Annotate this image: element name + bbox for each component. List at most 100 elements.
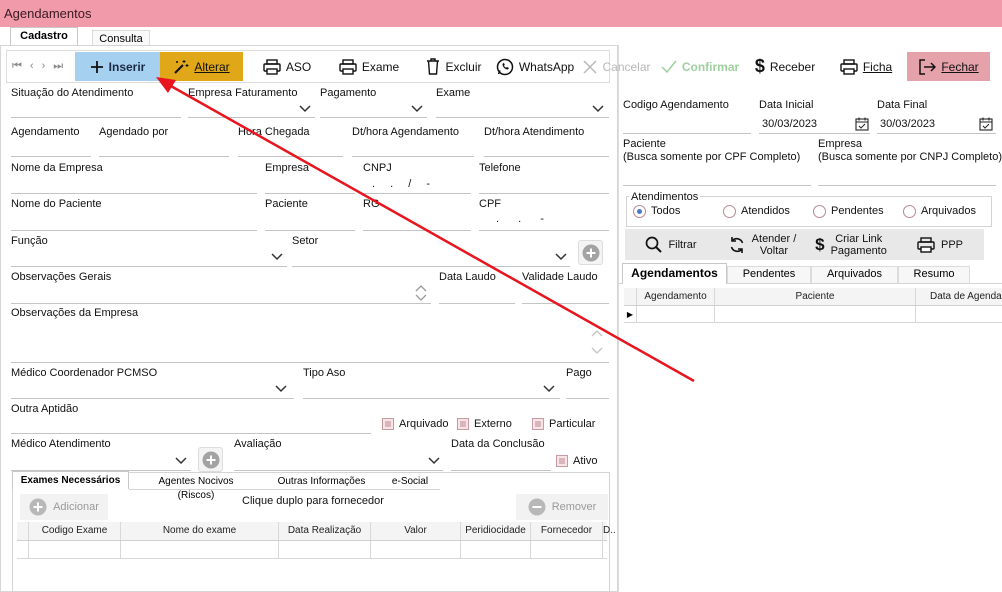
- particular-label: Particular: [549, 418, 596, 430]
- chevron-down-icon[interactable]: [542, 384, 556, 394]
- arquivado-label: Arquivado: [399, 418, 449, 430]
- tab-pendentes[interactable]: Pendentes: [727, 266, 811, 283]
- data-inicial-label: Data Inicial: [759, 99, 814, 111]
- radio-pendentes[interactable]: [813, 205, 826, 218]
- col-d[interactable]: D..: [603, 522, 616, 540]
- last-record-icon[interactable]: ⏭: [53, 60, 63, 73]
- particular-checkbox[interactable]: [532, 418, 544, 430]
- pago-label: Pago: [566, 367, 592, 379]
- scroll-arrows-icon[interactable]: [590, 324, 604, 358]
- data-final-label: Data Final: [877, 99, 928, 111]
- tab-consulta[interactable]: Consulta: [92, 30, 150, 46]
- cnpj-field[interactable]: . . / -: [372, 178, 436, 190]
- funcao-label: Função: [11, 235, 48, 247]
- obs-empresa-label: Observações da Empresa: [11, 307, 139, 319]
- plus-circle-icon: [29, 498, 47, 516]
- exames-grid-row[interactable]: [17, 541, 607, 559]
- title-bar: Agendamentos: [0, 0, 1002, 27]
- radio-todos-label: Todos: [651, 205, 681, 217]
- chevron-down-icon[interactable]: [270, 252, 284, 262]
- col-data-realizacao[interactable]: Data Realização: [279, 522, 371, 540]
- exame-button[interactable]: Exame: [338, 52, 400, 81]
- tab-arquivados[interactable]: Arquivados: [811, 266, 898, 283]
- rg-label: RG: [363, 198, 380, 210]
- window-title: Agendamentos: [4, 6, 92, 21]
- criar-link-button[interactable]: $ Criar Link Pagamento: [808, 231, 894, 258]
- arquivado-checkbox[interactable]: [382, 418, 394, 430]
- tab-cadastro[interactable]: Cadastro: [10, 27, 78, 45]
- radio-todos[interactable]: [633, 205, 646, 218]
- ficha-button[interactable]: Ficha: [838, 52, 894, 81]
- externo-checkbox[interactable]: [457, 418, 469, 430]
- col-peridiocidade[interactable]: Peridiocidade: [461, 522, 531, 540]
- col-paciente[interactable]: Paciente: [715, 288, 916, 305]
- col-fornecedor[interactable]: Fornecedor: [531, 522, 603, 540]
- calendar-icon[interactable]: [855, 117, 869, 131]
- alterar-button[interactable]: Alterar: [160, 52, 243, 81]
- data-final-field[interactable]: 30/03/2023: [880, 118, 935, 130]
- col-valor[interactable]: Valor: [371, 522, 461, 540]
- empresa-label: Empresa: [265, 162, 310, 174]
- receber-button[interactable]: $ Receber: [752, 52, 818, 81]
- empresa-filter-label: Empresa: [818, 138, 863, 150]
- printer-icon: [840, 58, 858, 75]
- paciente-label: Paciente: [265, 198, 308, 210]
- next-record-icon[interactable]: ›: [42, 60, 46, 73]
- chevron-down-icon[interactable]: [274, 384, 288, 394]
- check-icon: [661, 60, 677, 73]
- ativo-checkbox[interactable]: [556, 455, 568, 467]
- col-codigo-exame[interactable]: Codigo Exame: [29, 522, 121, 540]
- chevron-down-icon[interactable]: [298, 104, 312, 114]
- confirmar-button[interactable]: Confirmar: [658, 52, 742, 81]
- chevron-down-icon[interactable]: [427, 456, 441, 466]
- add-setor-button[interactable]: [578, 240, 603, 265]
- scroll-arrows-icon[interactable]: [414, 284, 428, 302]
- cancelar-button[interactable]: Cancelar: [582, 52, 652, 81]
- agendamentos-grid-row[interactable]: ▶: [624, 306, 1002, 323]
- radio-arquivados[interactable]: [903, 205, 916, 218]
- radio-atendidos[interactable]: [723, 205, 736, 218]
- calendar-icon[interactable]: [979, 117, 993, 131]
- dt-atendimento-label: Dt/hora Atendimento: [484, 126, 585, 138]
- col-nome-exame[interactable]: Nome do exame: [121, 522, 279, 540]
- subtab-outras[interactable]: Outras Informações: [270, 475, 373, 489]
- first-record-icon[interactable]: ⏮: [12, 60, 22, 73]
- cpf-label: CPF: [479, 198, 501, 210]
- subtab-exames[interactable]: Exames Necessários: [12, 471, 129, 489]
- record-navigator[interactable]: ⏮ ‹ › ⏭: [12, 60, 63, 73]
- atendimentos-label: Atendimentos: [629, 191, 701, 203]
- excluir-button[interactable]: Excluir: [424, 52, 484, 81]
- atender-voltar-button[interactable]: Atender / Voltar: [722, 231, 802, 258]
- tipo-aso-label: Tipo Aso: [303, 367, 346, 379]
- ppp-button[interactable]: PPP: [910, 231, 970, 258]
- exames-grid-header: Codigo Exame Nome do exame Data Realizaç…: [17, 522, 616, 541]
- chevron-down-icon[interactable]: [410, 104, 424, 114]
- inserir-button[interactable]: Inserir: [75, 52, 160, 81]
- cnpj-label: CNPJ: [363, 162, 392, 174]
- chevron-down-icon[interactable]: [591, 104, 605, 114]
- subtab-esocial[interactable]: e-Social: [382, 475, 438, 489]
- fechar-button[interactable]: Fechar: [907, 52, 990, 81]
- setor-label: Setor: [292, 235, 319, 247]
- data-laudo-label: Data Laudo: [439, 271, 496, 283]
- adicionar-button[interactable]: Adicionar: [20, 494, 108, 520]
- tab-resumo[interactable]: Resumo: [898, 266, 970, 283]
- col-data-agendamento[interactable]: Data de Agendan: [916, 288, 1002, 305]
- row-indicator-icon: ▶: [624, 306, 637, 322]
- cpf-field[interactable]: . . -: [496, 213, 552, 225]
- tab-agendamentos[interactable]: Agendamentos: [622, 263, 727, 284]
- plus-circle-icon: [582, 244, 599, 261]
- search-icon: [646, 236, 663, 253]
- chevron-down-icon[interactable]: [554, 252, 568, 262]
- chevron-down-icon[interactable]: [174, 456, 188, 466]
- filtrar-button[interactable]: Filtrar: [636, 231, 706, 258]
- prev-record-icon[interactable]: ‹: [30, 60, 34, 73]
- aso-button[interactable]: ASO: [258, 52, 316, 81]
- fornecedor-hint: Clique duplo para fornecedor: [242, 495, 384, 507]
- remover-button[interactable]: Remover: [516, 494, 608, 520]
- exit-icon: [919, 58, 937, 75]
- col-agendamento[interactable]: Agendamento: [637, 288, 715, 305]
- whatsapp-button[interactable]: WhatsApp: [496, 52, 574, 81]
- add-medico-button[interactable]: [198, 447, 223, 472]
- data-inicial-field[interactable]: 30/03/2023: [762, 118, 817, 130]
